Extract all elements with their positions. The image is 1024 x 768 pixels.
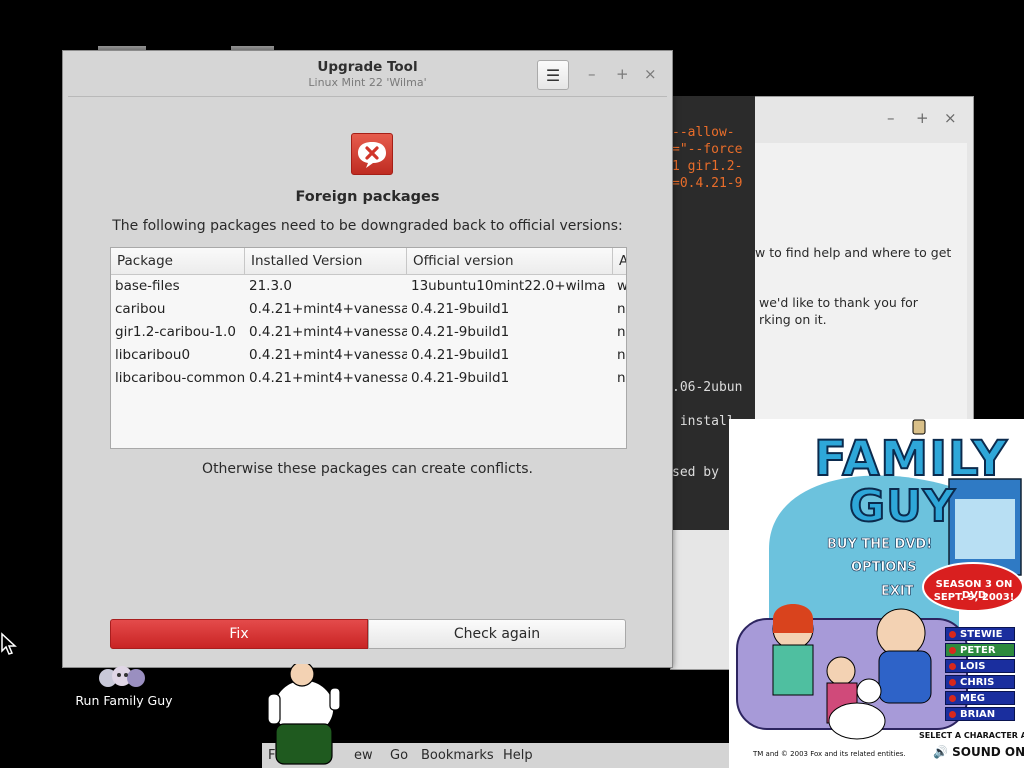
maximize-icon[interactable]: + [616,65,629,83]
table-row[interactable]: caribou 0.4.21+mint4+vanessa 0.4.21-9bui… [111,298,626,321]
close-icon[interactable]: × [644,65,657,83]
character-label: STEWIE [960,629,1003,640]
packages-table[interactable]: Package Installed Version Official versi… [110,247,627,449]
upgrade-tool-window[interactable]: Upgrade Tool Linux Mint 22 'Wilma' ☰ – +… [62,50,673,668]
column-header-package[interactable]: Package [111,248,245,274]
character-label: BRIAN [960,709,996,720]
cell-package: libcaribou0 [115,347,191,363]
bg-text-line: we'd like to thank you for [759,295,918,310]
terminal-line: =0.4.21-9 [672,176,743,191]
bullet-icon [949,631,956,638]
terminal-line: install [672,414,735,429]
check-again-button[interactable]: Check again [368,619,626,649]
cell-package: gir1.2-caribou-1.0 [115,324,236,340]
bullet-icon [949,695,956,702]
character-button-meg[interactable]: MEG [945,691,1015,705]
cell-official-version: 0.4.21-9build1 [411,324,510,340]
promo-title-family: FAMILY [813,430,1008,488]
cell-a: n [617,324,626,340]
character-button-chris[interactable]: CHRIS [945,675,1015,689]
terminal-line: sed by [672,465,719,480]
cell-a: w [617,278,627,294]
table-row[interactable]: base-files 21.3.0 13ubuntu10mint22.0+wil… [111,275,627,298]
window-title: Upgrade Tool [317,59,418,75]
page-heading: Foreign packages [295,189,440,205]
family-guy-promo[interactable]: FAMILY GUY BUY THE DVD! OPTIONS EXIT SEA… [729,419,1024,768]
table-row[interactable]: gir1.2-caribou-1.0 0.4.21+mint4+vanessa … [111,321,626,344]
cell-installed-version: 0.4.21+mint4+vanessa [249,370,407,386]
menu-item-go[interactable]: Go [390,748,408,763]
window-content: Foreign packages The following packages … [68,96,667,664]
cell-a: n [617,370,626,386]
cell-installed-version: 0.4.21+mint4+vanessa [249,324,407,340]
cell-official-version: 0.4.21-9build1 [411,301,510,317]
speaker-icon: 🔊 [933,745,948,759]
copyright-text: TM and © 2003 Fox and its related entiti… [753,750,906,758]
cell-official-version: 0.4.21-9build1 [411,370,510,386]
cell-installed-version: 0.4.21+mint4+vanessa [249,301,407,317]
column-header-official-version[interactable]: Official version [407,248,613,274]
promo-title-guy: GUY [848,480,956,533]
select-character-hint: SELECT A CHARACTER ABOVE [919,731,1024,740]
buy-dvd-button[interactable]: BUY THE DVD! [827,537,933,553]
bg-text-line: w to find help and where to get [755,245,952,260]
cell-package: base-files [115,278,180,294]
menu-button[interactable]: ☰ [537,60,569,90]
table-header: Package Installed Version Official versi… [111,248,626,275]
cell-package: caribou [115,301,166,317]
sound-toggle[interactable]: 🔊 SOUND ON [933,745,1024,759]
bullet-icon [949,711,956,718]
cell-installed-version: 0.4.21+mint4+vanessa [249,347,407,363]
bg-text-line: rking on it. [759,312,827,327]
mouse-cursor-icon [1,632,17,655]
terminal-line: --allow- [672,125,735,140]
column-header-installed-version[interactable]: Installed Version [245,248,407,274]
bullet-icon [949,679,956,686]
minimize-icon[interactable]: – [887,109,895,127]
cell-official-version: 0.4.21-9build1 [411,347,510,363]
menu-item-bookmarks[interactable]: Bookmarks [421,748,494,763]
table-row[interactable]: libcaribou0 0.4.21+mint4+vanessa 0.4.21-… [111,344,626,367]
character-button-lois[interactable]: LOIS [945,659,1015,673]
exit-button[interactable]: EXIT [881,584,914,600]
season-badge-line-2: SEPT. 9, 2003! [933,592,1015,603]
character-button-brian[interactable]: BRIAN [945,707,1015,721]
cell-a: n [617,347,626,363]
terminal-line: .06-2ubun [672,380,743,395]
menu-item-help[interactable]: Help [503,748,533,763]
close-icon[interactable]: × [944,109,957,127]
character-label: PETER [960,645,996,656]
bullet-icon [949,647,956,654]
minimize-icon[interactable]: – [588,65,596,83]
hamburger-menu-icon: ☰ [545,65,561,85]
foreign-packages-icon [351,133,393,175]
cell-package: libcaribou-common [115,370,245,386]
fix-button[interactable]: Fix [110,619,368,649]
options-button[interactable]: OPTIONS [851,560,917,576]
cell-installed-version: 21.3.0 [249,278,292,294]
column-header-a[interactable]: A [613,248,626,274]
maximize-icon[interactable]: + [916,109,929,127]
terminal-line: ="--force [672,142,743,157]
cell-official-version: 13ubuntu10mint22.0+wilma [411,278,606,294]
character-button-stewie[interactable]: STEWIE [945,627,1015,641]
desktop-icon-label[interactable]: Run Family Guy [70,693,178,708]
peter-sprite[interactable] [262,664,360,768]
character-label: MEG [960,693,985,704]
footer-note: Otherwise these packages can create conf… [202,461,533,477]
bullet-icon [949,663,956,670]
sound-label: SOUND ON [952,745,1024,759]
table-row[interactable]: libcaribou-common 0.4.21+mint4+vanessa 0… [111,367,626,390]
character-label: LOIS [960,661,986,672]
description-text: The following packages need to be downgr… [112,218,623,234]
window-subtitle: Linux Mint 22 'Wilma' [308,76,427,89]
character-label: CHRIS [960,677,995,688]
character-button-peter[interactable]: PETER [945,643,1015,657]
cell-a: n [617,301,626,317]
terminal-line: 1 gir1.2- [672,159,743,174]
family-guy-app-icon[interactable] [98,664,146,690]
